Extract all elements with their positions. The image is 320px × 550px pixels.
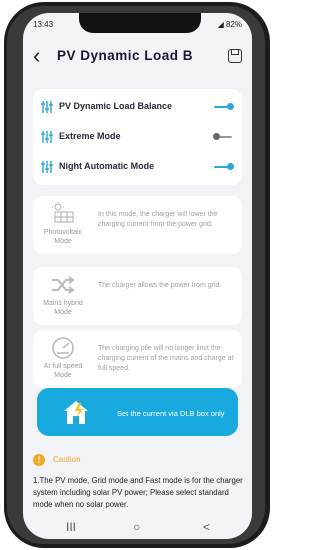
setting-label: Extreme Mode: [59, 131, 121, 141]
mode-description: In this mode, the charger will lower the…: [98, 211, 218, 228]
status-bar: 13:43 ◢ 82%: [23, 17, 252, 33]
page-title: PV Dynamic Load B: [57, 48, 194, 63]
sliders-icon: [41, 161, 53, 173]
sliders-icon: [41, 131, 53, 143]
chevron-left-icon[interactable]: ‹: [33, 44, 40, 68]
extreme-mode-toggle[interactable]: [213, 133, 232, 140]
mode-name: At full speed Mode: [43, 363, 83, 379]
android-nav-bar: III ○ <: [23, 520, 252, 539]
mode-name: Photovoltaic Mode: [43, 229, 83, 245]
shuffle-icon: [52, 276, 75, 294]
home-lightning-icon: [64, 401, 88, 424]
dlb-button-label: Set the current via DLB box only: [117, 409, 225, 418]
setting-row-extreme: Extreme Mode: [33, 123, 242, 151]
signal-icon: ◢: [217, 20, 226, 29]
setting-label: Night Automatic Mode: [59, 161, 155, 171]
home-icon[interactable]: ○: [133, 520, 140, 534]
app-screen: 13:43 ◢ 82% ‹ PV Dynamic Load B PV Dynam…: [23, 13, 252, 539]
page-header: ‹ PV Dynamic Load B: [23, 41, 252, 75]
mode-description: The charger allows the power from grid.: [98, 282, 222, 289]
mode-description: The charging pile will no longer limit t…: [98, 345, 234, 372]
save-icon[interactable]: [228, 49, 242, 63]
settings-card: PV Dynamic Load Balance Extreme Mode Nig…: [33, 89, 242, 185]
battery-indicator: ◢ 82%: [218, 20, 242, 29]
back-icon[interactable]: <: [203, 520, 210, 534]
battery-percent: 82%: [225, 20, 242, 29]
setting-row-pv-dlb: PV Dynamic Load Balance: [33, 93, 242, 121]
dlb-mode-button[interactable]: Set the current via DLB box only: [37, 388, 238, 436]
mode-card-mains-hybrid[interactable]: Mains hybrid Mode The charger allows the…: [33, 267, 242, 325]
caution-text: 1.The PV mode, Grid mode and Fast mode i…: [33, 476, 243, 509]
status-time: 13:43: [33, 20, 54, 29]
warning-icon: !: [33, 454, 45, 466]
solar-panel-icon: [52, 202, 74, 223]
mode-card-full-speed[interactable]: At full speed Mode The charging pile wil…: [33, 330, 242, 388]
sliders-icon: [41, 101, 53, 113]
mode-card-photovoltaic[interactable]: Photovoltaic Mode In this mode, the char…: [33, 196, 242, 254]
speedometer-icon: [52, 337, 74, 359]
mode-name: Mains hybrid Mode: [43, 300, 83, 316]
caution-title: Caution: [53, 455, 81, 464]
recents-icon[interactable]: III: [66, 520, 76, 534]
pv-dlb-toggle[interactable]: [214, 103, 234, 110]
setting-row-night: Night Automatic Mode: [33, 153, 242, 181]
night-mode-toggle[interactable]: [214, 163, 234, 170]
setting-label: PV Dynamic Load Balance: [59, 101, 173, 111]
